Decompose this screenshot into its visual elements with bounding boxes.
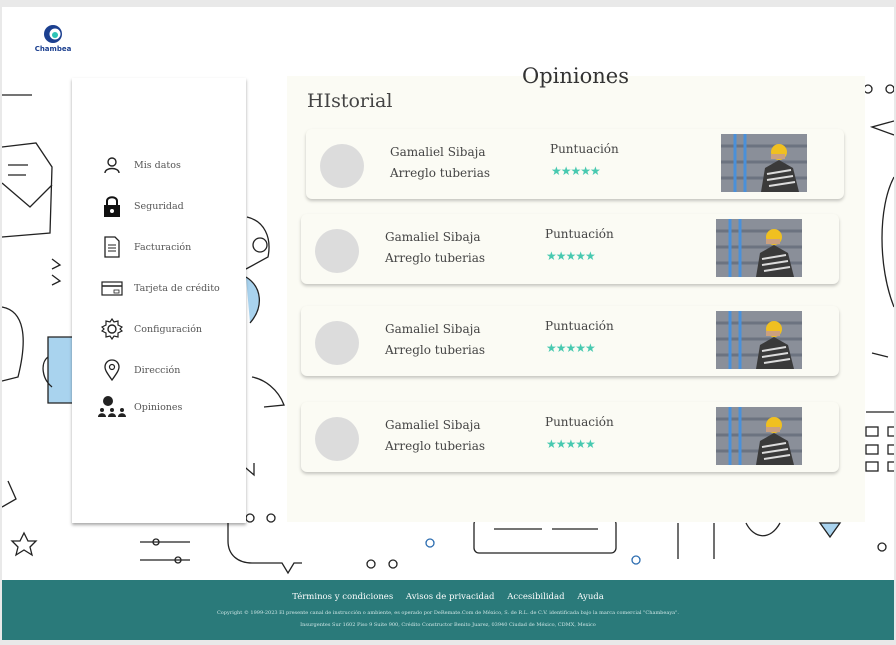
sidebar-item-facturacion[interactable]: Facturación [96,233,191,261]
reviewer-name: Gamaliel Sibaja [385,418,481,432]
page: Chambea Mis datos Seguridad Facturación [2,7,894,640]
avatar [315,229,359,273]
opiniones-panel: Opiniones HIstorial Gamaliel Sibaja Arre… [287,64,865,522]
avatar [315,321,359,365]
review-card[interactable]: Gamaliel Sibaja Arreglo tuberias Puntuac… [301,402,839,472]
sidebar-item-label: Seguridad [134,200,184,212]
score-label: Puntuación [550,142,619,156]
footer-link-ayuda[interactable]: Ayuda [577,592,604,602]
credit-card-icon [96,274,128,302]
score-label: Puntuación [545,319,614,333]
footer-link-terminos[interactable]: Términos y condiciones [292,592,393,602]
sidebar-item-seguridad[interactable]: Seguridad [96,192,184,220]
chambea-logo[interactable]: Chambea [32,24,74,58]
service-name: Arreglo tuberias [390,166,491,180]
footer-link-privacidad[interactable]: Avisos de privacidad [406,592,495,602]
sidebar-item-label: Mis datos [134,159,181,171]
reviewer-name: Gamaliel Sibaja [385,322,481,336]
service-name: Arreglo tuberias [385,439,486,453]
account-sidebar: Mis datos Seguridad Facturación Tarjeta … [72,78,246,523]
chambea-logo-mark [44,25,62,43]
service-name: Arreglo tuberias [385,343,486,357]
service-name: Arreglo tuberias [385,251,486,265]
star-rating: ★★★★★ [546,437,596,451]
sidebar-item-tarjeta[interactable]: Tarjeta de crédito [96,274,220,302]
avatar [315,417,359,461]
reviewer-name: Gamaliel Sibaja [385,230,481,244]
sidebar-item-direccion[interactable]: Dirección [96,356,180,384]
sidebar-item-label: Dirección [134,364,181,376]
footer-address: Insurgentes Sur 1602 Piso 9 Suite 900, C… [300,622,596,628]
invoice-icon [96,233,128,261]
service-photo[interactable] [721,134,807,192]
page-title: Opiniones [522,64,629,88]
sidebar-item-mis-datos[interactable]: Mis datos [96,151,181,179]
review-card[interactable]: Gamaliel Sibaja Arreglo tuberias Puntuac… [306,129,844,199]
footer-link-accesibilidad[interactable]: Accesibilidad [507,592,564,602]
logo-wordmark: Chambea [34,45,72,53]
footer-links: Términos y condiciones Avisos de privaci… [2,592,894,602]
service-photo[interactable] [716,311,802,369]
sidebar-item-label: Facturación [134,241,192,253]
lock-icon [96,192,128,220]
star-rating: ★★★★★ [546,341,596,355]
footer-copyright: Copyright © 1999-2023 El presente canal … [216,610,680,616]
review-card[interactable]: Gamaliel Sibaja Arreglo tuberias Puntuac… [301,214,839,284]
score-label: Puntuación [545,415,614,429]
sidebar-item-opiniones[interactable]: Opiniones [96,393,182,421]
score-label: Puntuación [545,227,614,241]
section-title: HIstorial [307,90,393,112]
service-photo[interactable] [716,219,802,277]
sidebar-item-label: Configuración [134,323,203,335]
avatar [320,144,364,188]
star-rating: ★★★★★ [546,249,596,263]
location-pin-icon [96,356,128,384]
service-photo[interactable] [716,407,802,465]
reviewer-name: Gamaliel Sibaja [390,145,486,159]
gear-icon [96,315,128,343]
sidebar-item-configuracion[interactable]: Configuración [96,315,202,343]
sidebar-item-label: Tarjeta de crédito [134,282,220,294]
star-rating: ★★★★★ [551,164,601,178]
people-icon [96,393,128,421]
site-footer: Términos y condiciones Avisos de privaci… [2,580,894,640]
review-card[interactable]: Gamaliel Sibaja Arreglo tuberias Puntuac… [301,306,839,376]
sidebar-item-label: Opiniones [134,401,183,413]
user-icon [96,151,128,179]
